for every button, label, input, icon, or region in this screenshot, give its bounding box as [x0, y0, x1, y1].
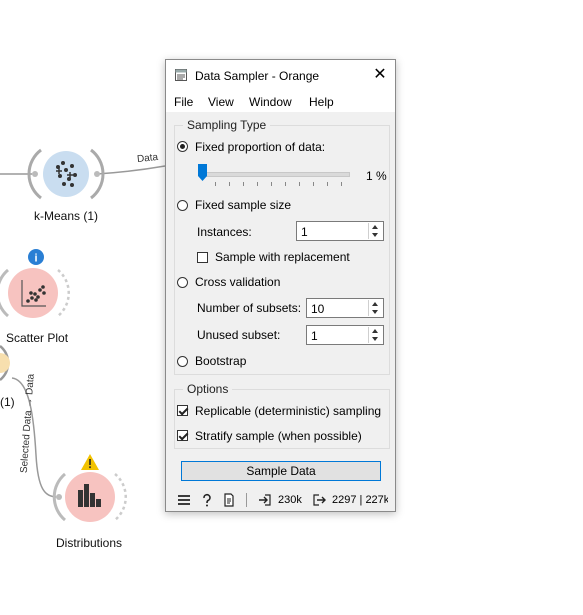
warning-icon [81, 454, 99, 470]
instances-spinbox[interactable]: 1 [296, 221, 384, 241]
partial-node-label: (1) [0, 395, 15, 409]
increment-icon[interactable] [369, 300, 382, 308]
unused-subset-label: Unused subset: [197, 328, 281, 342]
close-button[interactable]: ✕ [365, 60, 395, 90]
data-sampler-window: Data Sampler - Orange ✕ File View Window… [165, 59, 396, 512]
stratify-label[interactable]: Stratify sample (when possible) [195, 429, 362, 443]
proportion-value: 1 % [366, 169, 387, 183]
menu-icon[interactable] [177, 493, 191, 507]
slider-tick [229, 182, 230, 186]
menu-view[interactable]: View [208, 95, 234, 109]
number-of-subsets-label: Number of subsets: [197, 301, 302, 315]
window-title: Data Sampler - Orange [195, 69, 320, 83]
decrement-icon[interactable] [369, 308, 382, 316]
decrement-icon[interactable] [369, 231, 382, 239]
distributions-label: Distributions [56, 536, 123, 550]
help-icon[interactable] [200, 493, 214, 507]
menu-file[interactable]: File [174, 95, 193, 109]
scatter-node[interactable]: i [0, 249, 70, 318]
kmeans-label: k-Means (1) [34, 209, 99, 223]
sample-with-replacement-label[interactable]: Sample with replacement [215, 250, 350, 264]
slider-tick [285, 182, 286, 186]
window-icon [175, 69, 187, 81]
sample-with-replacement-checkbox[interactable] [197, 252, 208, 263]
menu-bar: File View Window Help [166, 90, 395, 112]
output-count: 2297 | 227k [332, 494, 388, 506]
slider-tick [341, 182, 342, 186]
distributions-node[interactable] [52, 454, 127, 522]
replicable-label[interactable]: Replicable (deterministic) sampling [195, 404, 381, 418]
proportion-slider-track[interactable] [205, 172, 350, 177]
input-count: 230k [278, 494, 302, 506]
increment-icon[interactable] [369, 223, 382, 231]
slider-tick [313, 182, 314, 186]
slider-tick [299, 182, 300, 186]
subsets-spinbox[interactable]: 10 [306, 298, 384, 318]
link-kmeans-to-sampler [96, 165, 166, 175]
input-icon [259, 494, 271, 506]
options-title: Options [183, 382, 233, 396]
slider-tick [215, 182, 216, 186]
svg-text:i: i [34, 253, 37, 265]
info-icon: i [28, 249, 44, 265]
unused-subset-spinbox[interactable]: 1 [306, 325, 384, 345]
instances-value: 1 [301, 225, 308, 239]
proportion-slider-handle[interactable] [198, 164, 207, 181]
fixed-proportion-radio[interactable] [177, 141, 188, 152]
fixed-proportion-label[interactable]: Fixed proportion of data: [195, 140, 325, 154]
spin-buttons [368, 223, 382, 239]
subsets-value: 10 [311, 302, 325, 316]
slider-tick [327, 182, 328, 186]
sample-data-button[interactable]: Sample Data [181, 461, 381, 481]
bootstrap-label[interactable]: Bootstrap [195, 354, 246, 368]
cross-validation-label[interactable]: Cross validation [195, 275, 280, 289]
partial-node[interactable] [0, 345, 10, 381]
spin-buttons [368, 327, 382, 343]
scatter-plot-label: Scatter Plot [6, 331, 69, 345]
unused-subset-value: 1 [311, 329, 318, 343]
link-label-data: Data [136, 151, 159, 166]
output-icon [313, 494, 326, 506]
report-icon[interactable] [222, 493, 236, 507]
bootstrap-radio[interactable] [177, 356, 188, 367]
stratify-checkbox[interactable] [177, 430, 188, 441]
instances-label: Instances: [197, 225, 252, 239]
slider-tick [243, 182, 244, 186]
status-separator [246, 493, 247, 507]
sampling-type-title: Sampling Type [183, 118, 271, 132]
menu-window[interactable]: Window [249, 95, 292, 109]
slider-tick [271, 182, 272, 186]
fixed-sample-size-label[interactable]: Fixed sample size [195, 198, 291, 212]
cross-validation-radio[interactable] [177, 277, 188, 288]
status-bar: 230k 2297 | 227k [166, 488, 395, 512]
slider-tick [257, 182, 258, 186]
decrement-icon[interactable] [369, 335, 382, 343]
increment-icon[interactable] [369, 327, 382, 335]
menu-help[interactable]: Help [309, 95, 334, 109]
title-bar[interactable]: Data Sampler - Orange ✕ [166, 60, 395, 90]
kmeans-node[interactable] [27, 148, 105, 200]
replicable-checkbox[interactable] [177, 405, 188, 416]
fixed-sample-size-radio[interactable] [177, 200, 188, 211]
spin-buttons [368, 300, 382, 316]
